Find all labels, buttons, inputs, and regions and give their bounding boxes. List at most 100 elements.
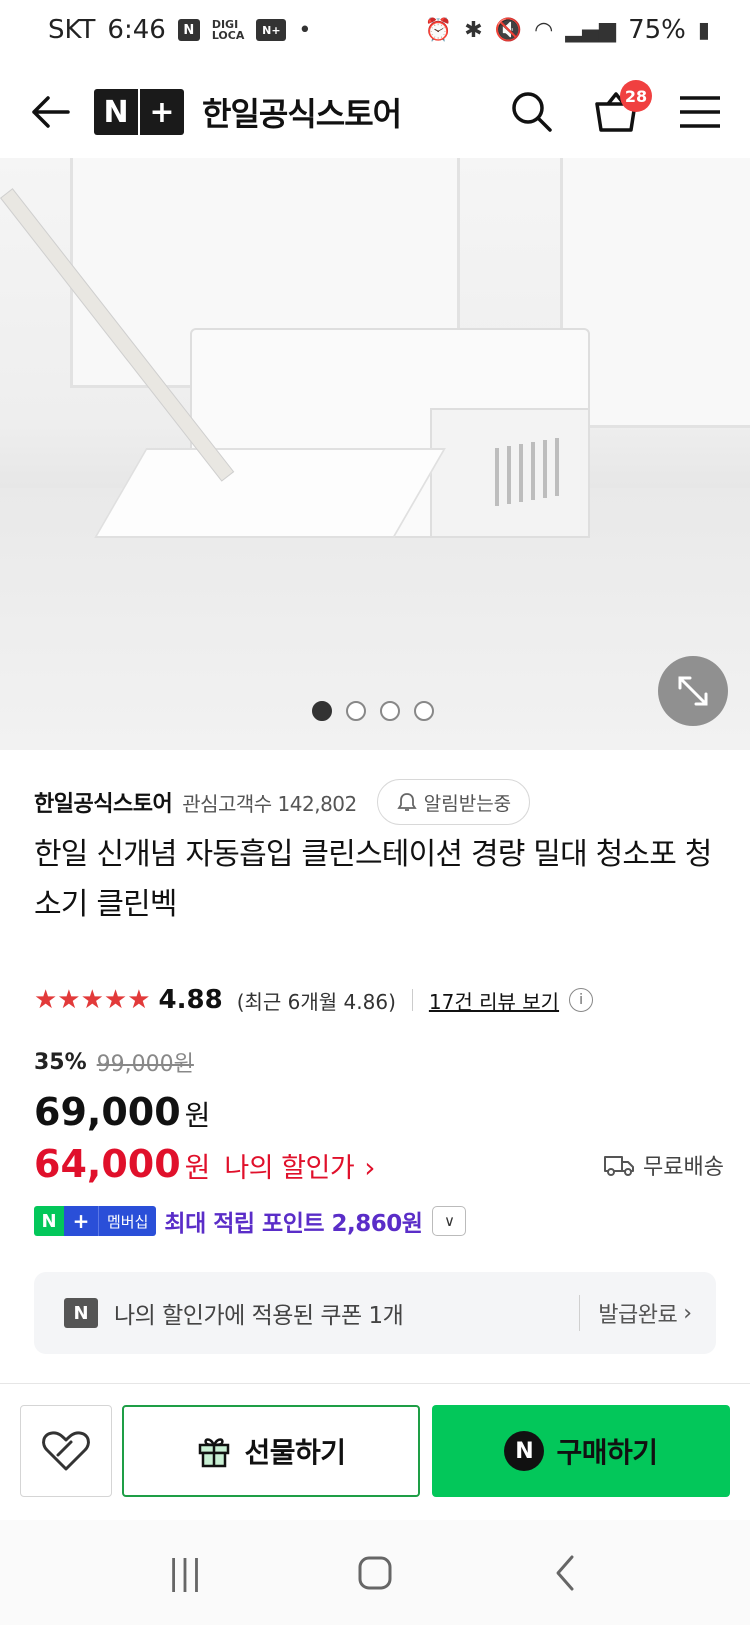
star-rating-icon: ★★★★★ (34, 985, 151, 1015)
loca-text: LOCA (211, 29, 245, 42)
clock: 6:46 (107, 15, 166, 45)
rating-divider (411, 989, 413, 1011)
my-price-row: 64,000 원 나의 할인가 › 무료배송 (34, 1142, 724, 1186)
status-left: SKT 6:46 N DIGI LOCA N+ • (48, 15, 311, 45)
recent-apps-icon: ||| (167, 1552, 203, 1593)
carousel-dot[interactable] (380, 701, 400, 721)
back-button[interactable] (26, 88, 74, 136)
alert-label: 알림받는중 (423, 792, 512, 815)
vent-slot (531, 442, 535, 500)
rating-score: 4.88 (158, 985, 223, 1015)
cart-button[interactable]: 28 (592, 80, 652, 136)
vent-slot (543, 440, 547, 498)
coupon-status[interactable]: 발급완료 (598, 1297, 677, 1329)
my-discount-price[interactable]: 64,000 (34, 1142, 181, 1186)
search-button[interactable] (508, 88, 556, 136)
wishlist-button[interactable] (20, 1405, 112, 1497)
shipping-label: 무료배송 (643, 1155, 724, 1180)
gift-icon (199, 1438, 230, 1468)
bell-icon (397, 793, 417, 811)
signal-icon: ▂▄▆ (565, 17, 617, 43)
cart-count-badge: 28 (620, 80, 652, 112)
chevron-right-icon[interactable]: › (683, 1301, 692, 1326)
expand-image-button[interactable] (658, 656, 728, 726)
follower-count: 관심고객수 142,802 (182, 791, 357, 816)
discount-rate: 35% (34, 1049, 87, 1075)
hamburger-menu-icon (680, 96, 720, 128)
mute-icon: 🔇 (494, 17, 523, 43)
system-back-button[interactable] (525, 1543, 605, 1603)
search-icon (512, 92, 552, 132)
naver-pay-icon: N (504, 1431, 545, 1471)
header-actions: 28 (508, 80, 724, 136)
heart-link-icon (42, 1431, 90, 1471)
mop-head (94, 448, 446, 538)
info-icon[interactable]: i (569, 988, 594, 1012)
alarm-icon: ⏰ (424, 17, 453, 43)
vent-slot (507, 446, 511, 504)
my-price-currency: 원 (184, 1151, 211, 1184)
shipping-info: 무료배송 (603, 1149, 724, 1181)
battery-percent: 75% (628, 15, 686, 45)
section-divider (0, 1383, 750, 1384)
carousel-dot[interactable] (346, 701, 366, 721)
membership-badge-label: 멤버십 (98, 1206, 157, 1236)
carrier-label: SKT (48, 15, 96, 45)
recent-apps-button[interactable]: ||| (145, 1543, 225, 1603)
my-discount-label[interactable]: 나의 할인가 (224, 1146, 354, 1185)
store-info-row: 한일공식스토어 관심고객수 142,802 알림받는중 (34, 779, 724, 825)
product-title: 한일 신개념 자동흡입 클린스테이션 경량 밀대 청소포 청소기 클린벡 (34, 837, 712, 922)
vent-slot (555, 438, 559, 496)
expand-icon (678, 676, 708, 706)
coupon-text: 나의 할인가에 적용된 쿠폰 1개 (114, 1303, 404, 1329)
home-button[interactable] (335, 1543, 415, 1603)
logo-n: N (103, 94, 129, 130)
chevron-right-icon[interactable]: › (364, 1151, 375, 1184)
gift-label: 선물하기 (244, 1436, 346, 1469)
product-image-carousel[interactable] (0, 158, 750, 750)
digiloca-notification-icon: DIGI LOCA (212, 19, 245, 41)
app-header: N + 한일공식스토어 28 (0, 70, 750, 154)
buy-button[interactable]: N 구매하기 (432, 1405, 730, 1497)
bluetooth-icon: ✱ (464, 17, 483, 43)
sale-price-row: 69,000 원 (34, 1090, 210, 1134)
truck-icon (604, 1156, 635, 1176)
coupon-divider (579, 1295, 581, 1331)
back-arrow-icon (32, 96, 70, 128)
recent-rating: (최근 6개월 4.86) (236, 989, 396, 1014)
naver-notification-icon: N (177, 19, 200, 41)
chevron-down-icon[interactable]: ∨ (432, 1206, 467, 1236)
naver-coupon-icon: N (64, 1298, 98, 1328)
coupon-box[interactable]: N 나의 할인가에 적용된 쿠폰 1개 발급완료 › (34, 1272, 716, 1354)
discount-row: 35% 99,000원 (34, 1046, 194, 1078)
membership-badge-n: N (34, 1206, 64, 1236)
wifi-icon: ◠ (534, 17, 554, 43)
buy-label: 구매하기 (556, 1436, 658, 1469)
home-icon (358, 1556, 392, 1589)
status-right: ⏰ ✱ 🔇 ◠ ▂▄▆ 75% ▮ (425, 15, 710, 45)
naver-plus-notification-icon: N+ (256, 19, 287, 41)
vent-slot (495, 448, 499, 506)
vent-slot (519, 444, 523, 502)
carousel-dot[interactable] (414, 701, 434, 721)
android-nav-bar: ||| (0, 1520, 750, 1625)
membership-points-row: N + 멤버십 최대 적립 포인트 2,860원 ∨ (34, 1204, 467, 1238)
store-title[interactable]: 한일공식스토어 (202, 89, 402, 135)
sale-price: 69,000 (34, 1090, 181, 1134)
more-notifications-dot: • (298, 17, 312, 43)
sale-price-currency: 원 (184, 1099, 211, 1132)
gift-button[interactable]: 선물하기 (122, 1405, 420, 1497)
chevron-left-icon (556, 1555, 574, 1590)
carousel-dot[interactable] (312, 701, 332, 721)
store-name[interactable]: 한일공식스토어 (34, 786, 173, 818)
review-link[interactable]: 17건 리뷰 보기 (429, 986, 559, 1015)
naver-plus-logo[interactable]: N + (94, 89, 184, 135)
original-price: 99,000원 (96, 1052, 194, 1077)
notification-subscribe-button[interactable]: 알림받는중 (376, 779, 531, 825)
membership-badge-plus: + (64, 1206, 98, 1236)
naver-plus-membership-badge: N + 멤버십 (34, 1206, 157, 1236)
max-points-text: 최대 적립 포인트 2,860원 (164, 1211, 423, 1237)
battery-icon: ▮ (697, 17, 710, 43)
menu-button[interactable] (676, 88, 724, 136)
status-bar: SKT 6:46 N DIGI LOCA N+ • ⏰ ✱ 🔇 ◠ ▂▄▆ 75… (0, 0, 750, 60)
